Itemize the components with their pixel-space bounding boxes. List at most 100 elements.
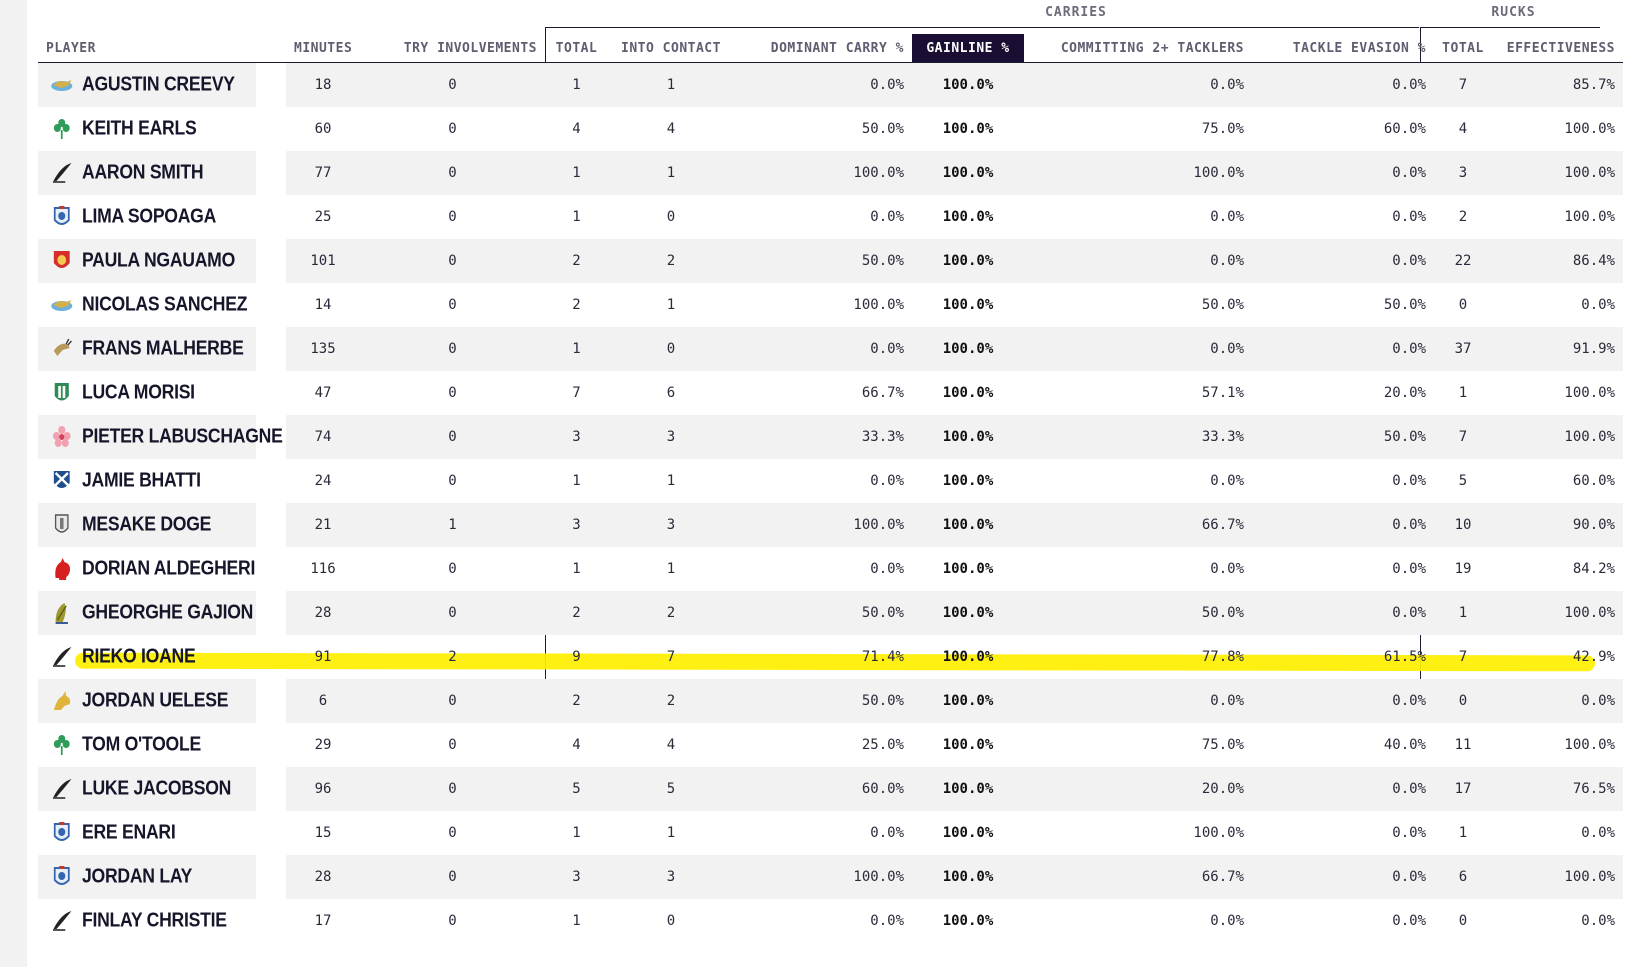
carries-divider [545,27,1419,28]
effectiveness-cell: 0.0% [1492,811,1623,855]
tackle-evasion-cell: 0.0% [1252,547,1434,591]
player-cell: LIMA SOPOAGA [38,195,257,239]
player-name[interactable]: TOM O'TOOLE [82,733,201,755]
player-name[interactable]: JORDAN UELESE [82,689,228,711]
col-committing-tacklers[interactable]: COMMITTING 2+ TACKLERS [1024,34,1252,63]
gainline-cell: 100.0% [912,767,1024,811]
player-name[interactable]: AGUSTIN CREEVY [82,73,235,95]
player-name[interactable]: LUCA MORISI [82,381,195,403]
player-name[interactable]: AARON SMITH [82,161,204,183]
table-row[interactable]: RIEKO IOANE 91 2 9 7 71.4% 100.0% 77.8% 61.5% 7 42… [38,635,1623,679]
fiji-icon [50,512,73,538]
tackle-evasion-cell: 0.0% [1252,62,1434,107]
player-name[interactable]: ERE ENARI [82,821,176,843]
new-zealand-icon [50,160,73,186]
into-contact-cell: 1 [608,62,734,107]
dominant-carry-cell: 100.0% [734,283,912,327]
minutes-cell: 29 [286,723,360,767]
dominant-carry-cell: 0.0% [734,899,912,943]
player-name[interactable]: MESAKE DOGE [82,513,211,535]
col-player[interactable]: PLAYER [38,34,286,63]
table-row[interactable]: AGUSTIN CREEVY 18 0 1 1 0.0% 100.0% 0.0% 0.0% 7 85… [38,62,1623,107]
gainline-cell: 100.0% [912,283,1024,327]
player-name[interactable]: FINLAY CHRISTIE [82,909,227,931]
into-contact-cell: 0 [608,899,734,943]
effectiveness-cell: 100.0% [1492,415,1623,459]
col-into-contact[interactable]: INTO CONTACT [608,34,734,63]
australia-icon [50,688,73,714]
player-name[interactable]: FRANS MALHERBE [82,337,244,359]
table-row[interactable]: LIMA SOPOAGA 25 0 1 0 0.0% 100.0% 0.0% 0.0% 2 100.… [38,195,1623,239]
minutes-cell: 17 [286,899,360,943]
player-name[interactable]: LUKE JACOBSON [82,777,231,799]
player-name[interactable]: LIMA SOPOAGA [82,205,216,227]
into-contact-cell: 1 [608,811,734,855]
table-row[interactable]: ERE ENARI 15 0 1 1 0.0% 100.0% 100.0% 0.0% 1 0.0% [38,811,1623,855]
rucks-total-cell: 19 [1434,547,1492,591]
col-effectiveness[interactable]: EFFECTIVENESS [1492,34,1623,63]
table-row[interactable]: JORDAN UELESE 6 0 2 2 50.0% 100.0% 0.0% 0.0% 0 0.0… [38,679,1623,723]
table-row[interactable]: LUCA MORISI 47 0 7 6 66.7% 100.0% 57.1% 20.0% 1 10… [38,371,1623,415]
rucks-total-cell: 3 [1434,151,1492,195]
into-contact-cell: 1 [608,151,734,195]
carries-total-cell: 1 [545,195,608,239]
carries-total-cell: 3 [545,415,608,459]
col-carries-total[interactable]: TOTAL [545,34,608,63]
table-row[interactable]: NICOLAS SANCHEZ 14 0 2 1 100.0% 100.0% 50.0% 50.… [38,283,1623,327]
table-row[interactable]: MESAKE DOGE 21 1 3 3 100.0% 100.0% 66.7% 0.0% 10 9… [38,503,1623,547]
player-cell: NICOLAS SANCHEZ [38,283,257,327]
gainline-cell: 100.0% [912,591,1024,635]
effectiveness-cell: 0.0% [1492,283,1623,327]
player-name[interactable]: PIETER LABUSCHAGNE [82,425,283,447]
col-tackle-evasion[interactable]: TACKLE EVASION % [1252,34,1434,63]
japan-icon [50,424,73,450]
minutes-cell: 91 [314,649,332,665]
carries-total-cell: 7 [545,371,608,415]
player-name[interactable]: JORDAN LAY [82,865,192,887]
table-row[interactable]: AARON SMITH 77 0 1 1 100.0% 100.0% 100.0% 0.0% 3 1… [38,151,1623,195]
col-minutes[interactable]: MINUTES [286,34,360,63]
player-name[interactable]: DORIAN ALDEGHERI [82,557,255,579]
col-try-involvements[interactable]: TRY INVOLVEMENTS [360,34,545,63]
minutes-cell: 14 [286,283,360,327]
committing-cell: 66.7% [1024,503,1252,547]
dominant-carry-cell: 0.0% [734,811,912,855]
table-row[interactable]: PIETER LABUSCHAGNE 74 0 3 3 33.3% 100.0% 33.3% 5… [38,415,1623,459]
player-name[interactable]: RIEKO IOANE [82,645,196,667]
table-row[interactable]: GHEORGHE GAJION 28 0 2 2 50.0% 100.0% 50.0% 0.0%… [38,591,1623,635]
dominant-carry-cell: 25.0% [734,723,912,767]
committing-cell: 75.0% [1024,107,1252,151]
player-name[interactable]: JAMIE BHATTI [82,469,201,491]
player-name[interactable]: NICOLAS SANCHEZ [82,293,247,315]
table-row[interactable]: FRANS MALHERBE 135 0 1 0 0.0% 100.0% 0.0% 0.0% 37… [38,327,1623,371]
player-cell: LUKE JACOBSON [38,767,257,811]
try-involvements-cell: 0 [360,855,545,899]
player-cell: FINLAY CHRISTIE [38,899,257,943]
player-name[interactable]: PAULA NGAUAMO [82,249,235,271]
tackle-evasion-cell: 0.0% [1252,591,1434,635]
dominant-carry-cell: 60.0% [734,767,912,811]
table-row[interactable]: PAULA NGAUAMO 101 0 2 2 50.0% 100.0% 0.0% 0.0% 22… [38,239,1623,283]
table-row[interactable]: JORDAN LAY 28 0 3 3 100.0% 100.0% 66.7% 0.0% 6 100… [38,855,1623,899]
into-contact-cell: 1 [608,283,734,327]
col-gainline-sorted[interactable]: GAINLINE % [912,34,1024,63]
table-row[interactable]: TOM O'TOOLE 29 0 4 4 25.0% 100.0% 75.0% 40.0% 11 1… [38,723,1623,767]
player-name[interactable]: GHEORGHE GAJION [82,601,253,623]
col-dominant-carry[interactable]: DOMINANT CARRY % [734,34,912,63]
tackle-evasion-cell: 0.0% [1252,679,1434,723]
player-cell: ERE ENARI [38,811,257,855]
minutes-cell: 96 [286,767,360,811]
gainline-cell: 100.0% [912,811,1024,855]
into-contact-cell: 2 [608,679,734,723]
player-name[interactable]: KEITH EARLS [82,117,197,139]
col-rucks-total[interactable]: TOTAL [1434,34,1492,63]
gainline-cell: 100.0% [912,899,1024,943]
table-row[interactable]: FINLAY CHRISTIE 17 0 1 0 0.0% 100.0% 0.0% 0.0% 0 0… [38,899,1623,943]
effectiveness-cell: 86.4% [1492,239,1623,283]
ireland-icon [50,732,73,758]
table-row[interactable]: LUKE JACOBSON 96 0 5 5 60.0% 100.0% 20.0% 0.0% 17… [38,767,1623,811]
table-row[interactable]: DORIAN ALDEGHERI 116 0 1 1 0.0% 100.0% 0.0% 0.0%… [38,547,1623,591]
tackle-evasion-cell: 60.0% [1252,107,1434,151]
table-row[interactable]: JAMIE BHATTI 24 0 1 1 0.0% 100.0% 0.0% 0.0% 5 60.0… [38,459,1623,503]
table-row[interactable]: KEITH EARLS 60 0 4 4 50.0% 100.0% 75.0% 60.0% 4 10… [38,107,1623,151]
